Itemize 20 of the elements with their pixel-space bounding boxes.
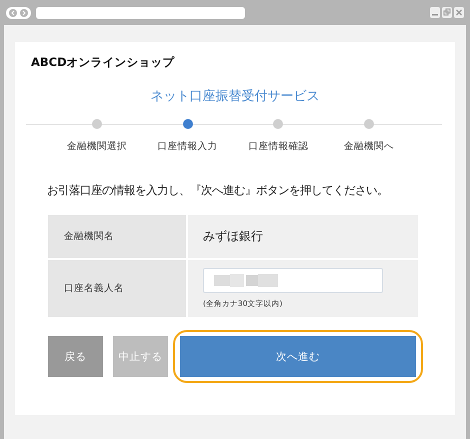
next-button[interactable]: 次へ進む [180, 336, 416, 377]
address-bar[interactable] [36, 6, 245, 18]
shop-name: ABCDオンラインショップ [31, 54, 176, 71]
close-icon[interactable] [454, 7, 464, 18]
blurred-text-drawing [214, 274, 278, 287]
step-label: 口座情報入力 [158, 140, 218, 153]
restore-icon[interactable] [442, 7, 452, 18]
instruction-text: お引落口座の情報を入力し、『次へ進む』ボタンを押してください。 [47, 183, 389, 198]
service-title: ネット口座振替受付サービス [150, 88, 320, 105]
step-label: 口座情報確認 [248, 140, 308, 153]
input-field[interactable] [203, 268, 383, 293]
cancel-button[interactable]: 中止する [113, 336, 168, 377]
step-label: 金融機関へ [344, 140, 394, 153]
field-label: 口座名義人名 [64, 282, 124, 295]
field-label: 金融機関名 [64, 230, 114, 243]
back-button[interactable]: 戻る [48, 336, 103, 377]
minimize-icon[interactable] [430, 7, 440, 18]
step-label: 金融機関選択 [67, 140, 127, 153]
back-forward-icon[interactable] [6, 6, 31, 18]
field-value: みずほ銀行 [203, 228, 264, 245]
